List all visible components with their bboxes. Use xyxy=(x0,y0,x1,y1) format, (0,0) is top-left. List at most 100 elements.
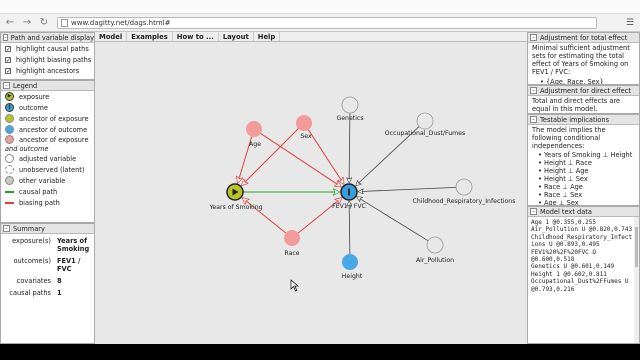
browser-menu-icon[interactable]: ☰ xyxy=(626,18,634,28)
other-circle[interactable] xyxy=(455,178,473,196)
model-text-area[interactable]: Age 1 @0.355,0.255 Air_Pollution U @0.82… xyxy=(528,217,639,295)
node-label: Sex xyxy=(300,133,312,140)
implication-item: • Race ⊥ Age xyxy=(538,183,583,191)
node-dust[interactable]: Occupational_Dust/Fumes xyxy=(385,112,465,137)
menu-item[interactable]: Layout xyxy=(219,32,254,41)
node-fev[interactable]: FEV1 / FVC xyxy=(332,183,366,210)
other-circle[interactable] xyxy=(341,96,359,114)
legend-label: biasing path xyxy=(19,198,60,207)
node-label: Height xyxy=(342,273,363,280)
edge-age-fev[interactable] xyxy=(260,133,342,187)
display-option[interactable]: ✓ highlight biasing paths xyxy=(1,54,94,65)
node-sex[interactable]: Sex xyxy=(296,115,312,140)
adjustment-set: • {Age, Race, Sex} xyxy=(540,78,604,85)
other-circle[interactable] xyxy=(426,236,444,254)
other-circle[interactable] xyxy=(416,112,434,130)
edge-childhood-fev[interactable] xyxy=(358,186,457,191)
panel-header[interactable]: - Path and variable display xyxy=(1,33,94,43)
dag-graph[interactable]: Age Sex Race Years of Smoking FEV1 / FVC Gene… xyxy=(95,42,527,344)
menu-item[interactable]: How to ... xyxy=(173,32,219,41)
scrollbar[interactable] xyxy=(634,217,639,343)
anc-both-circle[interactable] xyxy=(296,115,312,131)
collapse-icon[interactable]: - xyxy=(3,34,8,41)
collapse-icon[interactable]: - xyxy=(3,225,10,232)
anc-both-node-icon xyxy=(5,135,14,144)
anc-out-node-icon xyxy=(5,125,14,134)
total-effect-panel: - Adjustment for total effect Minimal suf… xyxy=(527,32,640,85)
checkbox[interactable]: ✓ xyxy=(5,45,11,52)
panel-header[interactable]: - Adjustment for direct effect xyxy=(528,86,639,96)
summary-value: 1 xyxy=(57,289,62,297)
node-air[interactable]: Air_Pollution xyxy=(416,236,454,264)
summary-row: causal paths 1 xyxy=(3,288,92,298)
legend-item: other variable xyxy=(1,175,94,186)
browser-tab-strip xyxy=(0,0,640,14)
edge-sex-fev[interactable] xyxy=(307,129,344,185)
checkbox[interactable]: ✓ xyxy=(5,56,11,63)
checkbox[interactable]: ✓ xyxy=(5,67,11,74)
node-smoking[interactable]: Years of Smoking xyxy=(208,183,263,211)
node-race[interactable]: Race xyxy=(284,230,300,257)
panel-header[interactable]: - Legend xyxy=(1,81,94,91)
edge-genetics-fev[interactable] xyxy=(349,112,350,183)
legend-label: unobserved (latent) xyxy=(19,165,85,174)
implication-item: • Height ⊥ Race xyxy=(538,159,592,167)
menu-item[interactable]: Examples xyxy=(127,32,173,41)
legend-label: other variable xyxy=(19,176,66,185)
panel-header[interactable]: - Model text data xyxy=(528,207,639,217)
summary-value: 8 xyxy=(57,277,62,285)
implication-item: • Height ⊥ Sex xyxy=(538,175,588,183)
panel-title: Summary xyxy=(13,224,45,233)
collapse-icon[interactable]: - xyxy=(530,116,537,123)
edge-race-smoking[interactable] xyxy=(242,198,287,234)
collapse-icon[interactable]: - xyxy=(530,208,537,215)
collapse-icon[interactable]: - xyxy=(530,87,537,94)
collapse-icon[interactable]: - xyxy=(530,34,537,41)
display-option[interactable]: ✓ highlight ancestors xyxy=(1,65,94,76)
node-height[interactable]: Height xyxy=(342,254,363,280)
node-genetics[interactable]: Genetics xyxy=(336,96,364,122)
page-icon xyxy=(61,18,68,27)
legend-label: causal path xyxy=(19,187,58,196)
total-effect-text: Minimal sufficient adjustment sets for e… xyxy=(532,44,630,76)
anc-both-circle[interactable] xyxy=(284,230,300,246)
address-bar[interactable]: www.dagitty.net/dags.html# xyxy=(57,16,597,29)
legend-label: ancestor of exposure xyxy=(19,135,89,144)
node-childhood[interactable]: Childhood_Respiratory_Infections xyxy=(413,178,516,205)
panel-header[interactable]: - Testable implications xyxy=(528,115,639,125)
legend-item: causal path xyxy=(1,186,94,197)
edge-sex-smoking[interactable] xyxy=(241,128,299,186)
dag-canvas[interactable]: Age Sex Race Years of Smoking FEV1 / FVC Gene… xyxy=(95,42,527,344)
implication-item: • Age ⊥ Sex xyxy=(538,199,579,206)
summary-row: outcome(s) FEV1 / FVC xyxy=(3,256,92,274)
anc-out-circle[interactable] xyxy=(342,254,358,270)
menu-item[interactable]: Model xyxy=(95,32,128,41)
node-label: Air_Pollution xyxy=(416,257,454,264)
collapse-icon[interactable]: - xyxy=(3,82,10,89)
legend-label: ancestor of outcome xyxy=(19,125,88,134)
forward-icon[interactable]: → xyxy=(20,16,34,30)
anc-both-circle[interactable] xyxy=(246,121,262,137)
legend-label: adjusted variable xyxy=(19,154,77,163)
outcome-bar-icon xyxy=(348,188,350,196)
back-icon[interactable]: ← xyxy=(3,16,17,30)
node-label: Age xyxy=(249,141,261,148)
node-label: FEV1 / FVC xyxy=(332,203,366,210)
menu-item[interactable]: Help xyxy=(254,32,281,41)
reload-icon[interactable]: ↻ xyxy=(37,16,51,30)
node-label: Years of Smoking xyxy=(208,204,262,211)
panel-title: Legend xyxy=(13,81,38,90)
summary-key: causal paths xyxy=(9,289,51,297)
panel-header[interactable]: - Adjustment for total effect xyxy=(528,33,639,43)
node-label: Childhood_Respiratory_Infections xyxy=(413,198,516,205)
node-age[interactable]: Age xyxy=(246,121,262,148)
legend-item: adjusted variable xyxy=(1,153,94,164)
biasing-line-icon xyxy=(5,201,14,204)
anc-exp-node-icon xyxy=(5,114,14,123)
implication-item: • Years of Smoking ⊥ Height xyxy=(538,151,633,159)
legend-item: Ioutcome xyxy=(1,102,94,113)
panel-title: Model text data xyxy=(540,207,592,216)
panel-title: Adjustment for total effect xyxy=(540,33,628,42)
display-option[interactable]: ✓ highlight causal paths xyxy=(1,43,94,54)
panel-header[interactable]: - Summary xyxy=(1,224,94,234)
